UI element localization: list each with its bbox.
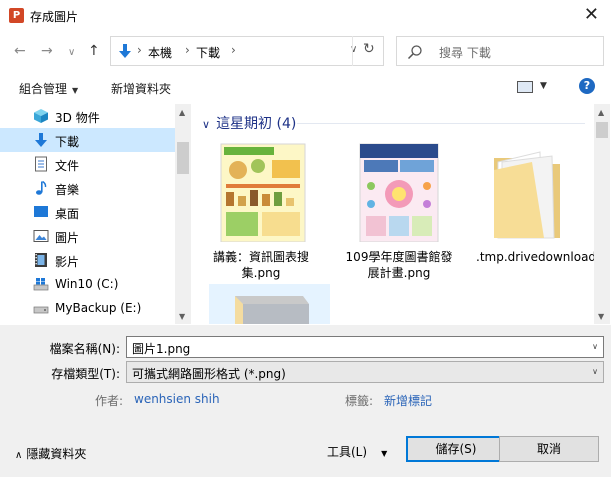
sidebar-item-pictures[interactable]: 圖片 <box>0 224 175 248</box>
music-icon <box>36 180 47 195</box>
save-button[interactable]: 儲存(S) <box>406 436 506 462</box>
sidebar-item-music[interactable]: 音樂 <box>0 176 175 200</box>
hide-folders-label: 隱藏資料夾 <box>26 447 87 461</box>
sidebar-item-3d-objects[interactable]: 3D 物件 <box>0 104 175 128</box>
tools-button[interactable]: 工具(L) ▼ <box>327 443 387 460</box>
chevron-down-icon: ∨ <box>202 118 211 131</box>
document-icon <box>35 156 47 172</box>
organize-button[interactable]: 組合管理 ▼ <box>19 80 78 97</box>
filetype-label: 存檔類型(T): <box>51 367 120 381</box>
filetype-value: 可攜式網路圖形格式 (*.png) <box>132 367 286 381</box>
new-folder-button[interactable]: 新增資料夾 <box>111 80 171 97</box>
sidebar-item-documents[interactable]: 文件 <box>0 152 175 176</box>
save-options-panel: 檔案名稱(N): 圖片1.png ∨ 存檔類型(T): 可攜式網路圖形格式 (*… <box>0 325 611 477</box>
sidebar-item-label: 下載 <box>55 135 80 149</box>
search-icon <box>407 45 422 60</box>
pictures-icon <box>33 230 49 242</box>
scroll-up-icon[interactable]: ▲ <box>598 108 604 117</box>
author-label: 作者: <box>95 394 124 408</box>
cube-icon <box>34 109 48 123</box>
drive-icon <box>33 306 49 314</box>
tags-value[interactable]: 新增標記 <box>384 392 432 409</box>
sidebar-item-downloads[interactable]: 下載 <box>0 128 175 152</box>
sidebar-scrollbar[interactable]: ▲ ▼ <box>175 104 191 324</box>
scroll-down-icon[interactable]: ▼ <box>179 312 185 321</box>
file-name: 109學年度圖書館發展計畫.png <box>345 250 453 280</box>
sidebar-item-desktop[interactable]: 桌面 <box>0 200 175 224</box>
group-label: 這星期初 (4) <box>216 116 297 132</box>
scrollbar-thumb[interactable] <box>177 142 189 174</box>
search-placeholder: 搜尋 下載 <box>439 46 491 60</box>
sidebar-item-mybackup-e[interactable]: MyBackup (E:) <box>0 296 175 320</box>
scroll-up-icon[interactable]: ▲ <box>179 108 185 117</box>
forward-arrow-icon[interactable]: → <box>41 43 53 59</box>
up-arrow-icon[interactable]: ↑ <box>88 43 100 59</box>
download-icon <box>35 133 47 147</box>
filename-value: 圖片1.png <box>132 342 191 356</box>
file-list-scrollbar[interactable]: ▲ ▼ <box>594 104 610 324</box>
sidebar-item-label: 桌面 <box>55 207 80 221</box>
sidebar-item-label: 3D 物件 <box>55 111 100 125</box>
file-list: ∨ 這星期初 (4) 講義：資訊圖表搜集.png 109學年度圖書館發展計畫.p… <box>192 104 594 324</box>
close-icon[interactable]: ✕ <box>584 5 599 25</box>
author-value[interactable]: wenhsien shih <box>134 392 220 406</box>
view-options-icon[interactable] <box>517 81 533 93</box>
caret-down-icon: ▼ <box>381 449 388 458</box>
group-header[interactable]: ∨ 這星期初 (4) <box>202 113 296 133</box>
recent-locations-icon[interactable]: ∨ <box>68 45 75 61</box>
group-divider <box>297 123 585 124</box>
refresh-icon[interactable]: ↻ <box>363 41 375 57</box>
download-folder-icon <box>119 44 131 58</box>
tags-label: 標籤: <box>345 394 374 408</box>
file-item-partial[interactable] <box>209 284 330 324</box>
image-thumbnail <box>200 142 322 243</box>
file-name: .tmp.drivedownload <box>476 250 594 264</box>
address-row: ← → ∨ ↑ › 本機 › 下載 › ∨ ↻ 搜尋 下載 <box>0 32 611 72</box>
breadcrumb-downloads[interactable]: 下載 <box>196 44 220 61</box>
breadcrumb-separator: › <box>137 43 142 57</box>
sidebar-item-label: 圖片 <box>55 231 80 245</box>
folder-icon <box>474 142 594 242</box>
filetype-select[interactable]: 可攜式網路圖形格式 (*.png) ∨ <box>126 361 604 383</box>
sidebar-item-label: Win10 (C:) <box>55 277 119 291</box>
filename-label: 檔案名稱(N): <box>49 342 120 356</box>
powerpoint-icon: P <box>9 8 24 23</box>
navigation-pane: 3D 物件 下載 文件 音樂 桌面 圖片 影片 Win10 (C:) MyBac… <box>0 104 191 324</box>
title-bar: P 存成圖片 ✕ <box>0 0 611 32</box>
breadcrumb-separator: › <box>231 43 236 57</box>
chevron-down-icon[interactable]: ∨ <box>592 342 598 351</box>
address-bar[interactable]: › 本機 › 下載 › ∨ <box>110 36 384 66</box>
video-icon <box>35 253 47 267</box>
breadcrumb-this-pc[interactable]: 本機 <box>148 44 172 61</box>
file-name: 講義：資訊圖表搜集.png <box>212 250 309 280</box>
image-thumbnail <box>235 296 309 324</box>
search-input[interactable]: 搜尋 下載 <box>396 36 604 66</box>
organize-label: 組合管理 <box>19 82 68 96</box>
toolbar: 組合管理 ▼ 新增資料夾 ▼ ? <box>0 72 611 102</box>
sidebar-item-label: 文件 <box>55 159 80 173</box>
sidebar-item-label: 影片 <box>55 255 80 269</box>
chevron-down-icon[interactable]: ∨ <box>592 367 598 376</box>
help-icon[interactable]: ? <box>579 78 595 94</box>
windows-drive-icon <box>33 278 49 291</box>
caret-down-icon[interactable]: ▼ <box>540 81 547 91</box>
scrollbar-thumb[interactable] <box>596 122 608 138</box>
filename-input[interactable]: 圖片1.png ∨ <box>126 336 604 358</box>
breadcrumb-separator: › <box>185 43 190 57</box>
scroll-down-icon[interactable]: ▼ <box>598 312 604 321</box>
cancel-button[interactable]: 取消 <box>499 436 599 462</box>
divider <box>352 36 353 66</box>
caret-down-icon: ▼ <box>72 86 79 95</box>
image-thumbnail <box>338 142 460 243</box>
back-arrow-icon[interactable]: ← <box>14 43 26 59</box>
tools-label: 工具(L) <box>327 445 368 459</box>
sidebar-item-label: MyBackup (E:) <box>55 301 142 315</box>
hide-folders-button[interactable]: ∧ 隱藏資料夾 <box>15 445 86 462</box>
desktop-icon <box>34 206 48 217</box>
caret-up-icon: ∧ <box>15 450 23 461</box>
sidebar-item-videos[interactable]: 影片 <box>0 248 175 272</box>
sidebar-item-win10-c[interactable]: Win10 (C:) <box>0 272 175 296</box>
sidebar-item-label: 音樂 <box>55 183 80 197</box>
window-title: 存成圖片 <box>30 10 79 24</box>
